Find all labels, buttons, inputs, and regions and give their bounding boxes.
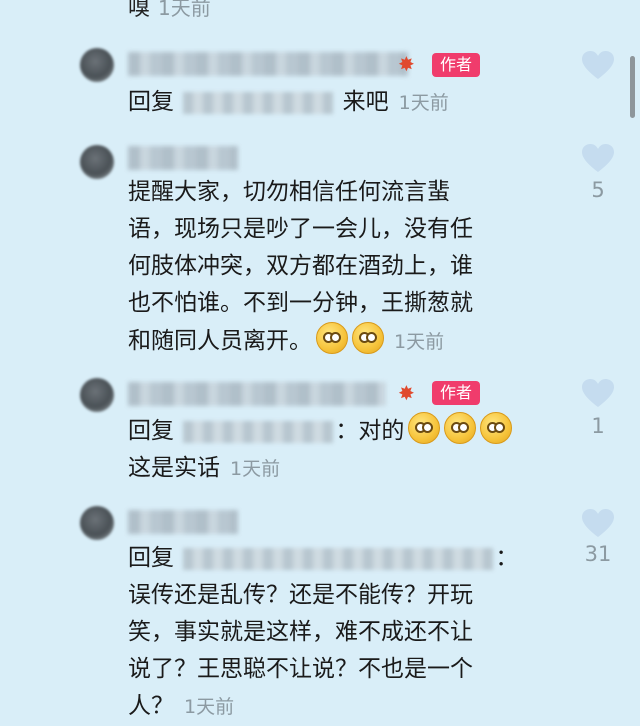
comment-line-3: 何肢体冲突，双方都在酒劲上，谁 bbox=[128, 253, 473, 279]
comment-line-1: 提醒大家，切勿相信任何流言蜚 bbox=[128, 179, 450, 205]
comment-line-2: 这是实话 1天前 bbox=[128, 450, 548, 488]
reply-colon: ： bbox=[495, 545, 519, 571]
comment-line-2: 语，现场只是吵了一会儿，没有任 bbox=[128, 216, 473, 242]
cut-comment-text: 嗅 1天前 bbox=[128, 0, 211, 22]
username-blurred[interactable] bbox=[128, 510, 238, 534]
comment-time: 1天前 bbox=[184, 696, 235, 718]
like-count: 31 bbox=[584, 542, 612, 566]
avatar[interactable] bbox=[80, 378, 114, 412]
comment-time: 1天前 bbox=[398, 92, 449, 114]
thinking-emoji-icon bbox=[408, 412, 441, 444]
comment-line-5-text: 和随同人员离开。 bbox=[128, 328, 312, 354]
cut-comment-body: 嗅 bbox=[128, 0, 151, 21]
comment-text[interactable]: 提醒大家，切勿相信任何流言蜚 语，现场只是吵了一会儿，没有任 何肢体冲突，双方都… bbox=[128, 174, 548, 361]
author-badge: 作者 bbox=[432, 53, 481, 77]
avatar[interactable] bbox=[80, 145, 114, 179]
reply-target-blurred[interactable] bbox=[183, 420, 334, 443]
comment-time: 1天前 bbox=[230, 458, 281, 480]
reply-prefix: 回复 bbox=[128, 418, 174, 444]
like-heart-icon[interactable] bbox=[581, 143, 615, 173]
thinking-emoji-icon bbox=[444, 412, 477, 444]
reply-prefix: 回复 bbox=[128, 545, 174, 571]
smile-emoji-icon bbox=[352, 322, 384, 354]
comment-line-5: 人？ 1天前 bbox=[128, 688, 548, 726]
like-count: 1 bbox=[591, 414, 605, 438]
username-blurred[interactable] bbox=[128, 52, 408, 76]
scrollbar[interactable] bbox=[630, 56, 635, 118]
comment-time: 1天前 bbox=[394, 331, 445, 353]
like-heart-icon[interactable] bbox=[581, 50, 615, 80]
comment-line-1: 回复 ：对的 bbox=[128, 412, 548, 450]
cut-comment-time: 1天前 bbox=[158, 0, 211, 20]
author-badge: 作者 bbox=[432, 381, 481, 405]
spark-icon: ✸ bbox=[398, 381, 415, 405]
reply-target-blurred[interactable] bbox=[183, 547, 494, 570]
comment-line-5-text: 人？ bbox=[128, 693, 174, 719]
smile-emoji-icon bbox=[316, 322, 348, 354]
username-blurred[interactable] bbox=[128, 146, 238, 170]
reply-target-blurred[interactable] bbox=[183, 91, 334, 114]
comment-text[interactable]: 回复 ：对的 这是实话 1天前 bbox=[128, 412, 548, 488]
avatar[interactable] bbox=[80, 506, 114, 540]
comment-line-5: 和随同人员离开。 1天前 bbox=[128, 322, 548, 361]
comment-text[interactable]: 回复 来吧 1天前 bbox=[128, 84, 548, 122]
reply-prefix: 回复 bbox=[128, 89, 174, 115]
comment-line-4: 说了？王思聪不让说？不也是一个 bbox=[128, 656, 473, 682]
comment-body: 来吧 bbox=[342, 89, 389, 115]
comment-body: ：对的 bbox=[335, 418, 405, 444]
comment-text[interactable]: 回复 ： 误传还是乱传？还是不能传？开玩 笑，事实就是这样，难不成还不让 说了？… bbox=[128, 540, 548, 726]
like-heart-icon[interactable] bbox=[581, 508, 615, 538]
like-heart-icon[interactable] bbox=[581, 378, 615, 408]
username-blurred[interactable] bbox=[128, 382, 386, 406]
thinking-emoji-icon bbox=[480, 412, 513, 444]
comment-line-1: 回复 ： bbox=[128, 540, 548, 577]
like-count: 5 bbox=[591, 178, 605, 202]
comment-line-2: 误传还是乱传？还是不能传？开玩 bbox=[128, 582, 473, 608]
comment-line-3: 笑，事实就是这样，难不成还不让 bbox=[128, 619, 473, 645]
avatar[interactable] bbox=[80, 48, 114, 82]
comment-line-4: 也不怕谁。不到一分钟，王撕葱就 bbox=[128, 290, 473, 316]
comment-line-2-text: 这是实话 bbox=[128, 455, 220, 481]
spark-icon: ✸ bbox=[398, 52, 415, 76]
